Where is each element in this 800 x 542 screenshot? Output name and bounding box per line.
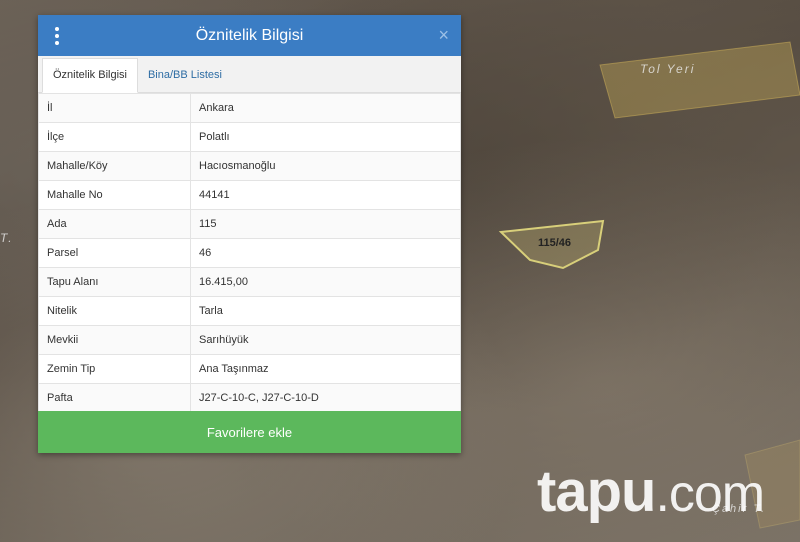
close-icon[interactable]: ×	[438, 25, 449, 46]
tapu-watermark-logo: tapu.com	[537, 458, 765, 525]
place-label-tol-yeri: Tol Yeri	[640, 62, 696, 76]
row-key: İlçe	[38, 122, 191, 152]
row-value: J27-C-10-C, J27-C-10-D	[190, 383, 461, 413]
table-row: Mevkii Sarıhüyük	[38, 325, 461, 355]
table-row: İlçe Polatlı	[38, 122, 461, 152]
row-key: Mahalle/Köy	[38, 151, 191, 181]
attribute-info-panel: Öznitelik Bilgisi × Öznitelik Bilgisi Bi…	[38, 15, 461, 453]
row-value: Polatlı	[190, 122, 461, 152]
row-value: Hacıosmanoğlu	[190, 151, 461, 181]
row-value: Ana Taşınmaz	[190, 354, 461, 384]
panel-tabs: Öznitelik Bilgisi Bina/BB Listesi	[38, 56, 461, 93]
watermark-suffix: .com	[655, 465, 765, 523]
row-key: Zemin Tip	[38, 354, 191, 384]
row-value: 115	[190, 209, 461, 239]
tab-attribute-info[interactable]: Öznitelik Bilgisi	[42, 58, 138, 93]
attribute-table: İl Ankara İlçe Polatlı Mahalle/Köy Hacıosma…	[38, 93, 461, 413]
row-value: Tarla	[190, 296, 461, 326]
kebab-menu-icon[interactable]	[52, 27, 62, 45]
row-key: İl	[38, 93, 191, 123]
row-key: Mevkii	[38, 325, 191, 355]
row-value: Ankara	[190, 93, 461, 123]
row-key: Tapu Alanı	[38, 267, 191, 297]
table-row: Tapu Alanı 16.415,00	[38, 267, 461, 297]
row-key: Parsel	[38, 238, 191, 268]
row-value: 16.415,00	[190, 267, 461, 297]
row-value: 46	[190, 238, 461, 268]
table-row: İl Ankara	[38, 93, 461, 123]
row-key: Mahalle No	[38, 180, 191, 210]
row-key: Pafta	[38, 383, 191, 413]
row-key: Ada	[38, 209, 191, 239]
table-row: Ada 115	[38, 209, 461, 239]
row-value: 44141	[190, 180, 461, 210]
place-label-left: T.	[0, 231, 14, 245]
watermark-main: tapu	[537, 459, 656, 524]
table-row: Mahalle No 44141	[38, 180, 461, 210]
parcel-label: 115/46	[538, 237, 572, 249]
table-row: Mahalle/Köy Hacıosmanoğlu	[38, 151, 461, 181]
panel-header: Öznitelik Bilgisi ×	[38, 15, 461, 56]
panel-title: Öznitelik Bilgisi	[195, 26, 304, 44]
add-to-favorites-button[interactable]: Favorilere ekle	[38, 411, 461, 453]
table-row: Parsel 46	[38, 238, 461, 268]
table-row: Zemin Tip Ana Taşınmaz	[38, 354, 461, 384]
tab-building-list[interactable]: Bina/BB Listesi	[138, 59, 232, 92]
table-row: Nitelik Tarla	[38, 296, 461, 326]
row-value: Sarıhüyük	[190, 325, 461, 355]
neighbor-parcel-tol-yeri[interactable]	[599, 41, 800, 119]
row-key: Nitelik	[38, 296, 191, 326]
table-row: Pafta J27-C-10-C, J27-C-10-D	[38, 383, 461, 413]
